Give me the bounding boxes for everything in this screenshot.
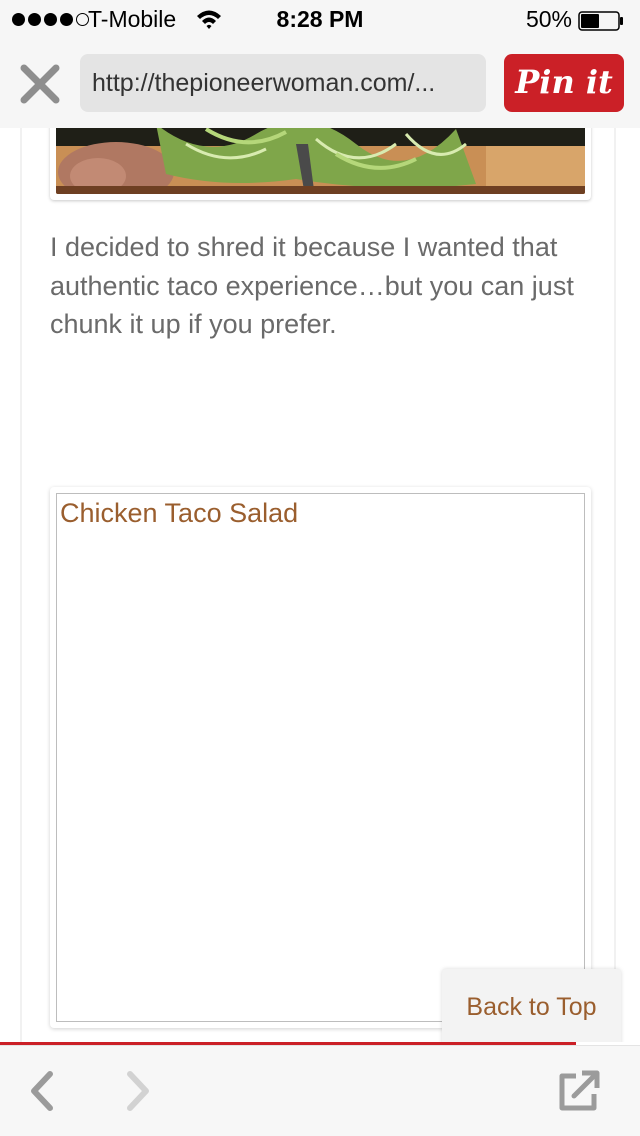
recipe-title-link[interactable]: Chicken Taco Salad <box>60 498 581 529</box>
status-bar: T-Mobile 8:28 PM 50% <box>0 0 640 40</box>
lettuce-photo <box>56 128 585 194</box>
recipe-embed: Chicken Taco Salad <box>50 487 591 1028</box>
browser-bottom-bar <box>0 1045 640 1136</box>
chevron-left-icon[interactable] <box>26 1070 56 1112</box>
battery-icon <box>578 11 623 31</box>
close-x-icon[interactable] <box>18 62 62 106</box>
article-content[interactable]: I decided to shred it because I wanted t… <box>0 128 640 1042</box>
pin-it-button[interactable]: Pin it <box>504 54 624 112</box>
battery-percent: 50% <box>525 6 572 32</box>
article-paragraph: I decided to shred it because I wanted t… <box>50 232 574 339</box>
back-to-top-button[interactable]: Back to Top <box>442 969 621 1042</box>
column-border-right <box>614 128 616 1042</box>
photo-frame <box>50 128 591 200</box>
browser-toolbar: http://thepioneerwoman.com/... Pin it <box>0 40 640 128</box>
url-field[interactable]: http://thepioneerwoman.com/... <box>80 54 486 112</box>
column-border-left <box>20 128 22 1042</box>
recipe-embed-frame: Chicken Taco Salad <box>56 493 585 1022</box>
chevron-right-icon[interactable] <box>124 1070 154 1112</box>
open-external-icon[interactable] <box>556 1068 602 1114</box>
